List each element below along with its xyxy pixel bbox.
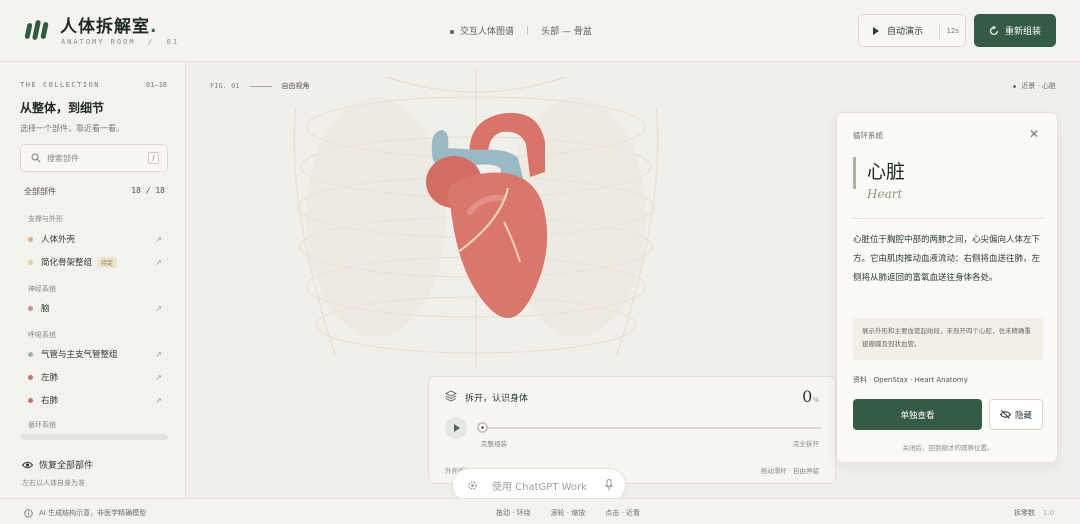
sidebar-title: 从整体，到细节 <box>20 101 105 115</box>
color-dot <box>28 374 33 380</box>
hide-button[interactable]: 隐藏 <box>989 399 1043 430</box>
divider <box>853 218 1043 219</box>
sidebar-note: 左右以人体自身为准 <box>22 479 85 487</box>
parts-sidebar: THE COLLECTION 01—18 从整体，到细节 选择一个部件，靠近看一… <box>0 62 186 498</box>
card-category: 循环系统 <box>853 131 883 140</box>
microphone-icon[interactable] <box>605 479 613 491</box>
arrow-icon: ↗ <box>155 257 162 267</box>
color-dot <box>28 397 33 403</box>
duration-badge: 12s <box>939 23 959 39</box>
sidebar-scroll-indicator[interactable] <box>20 434 168 440</box>
item-tag: 待定 <box>97 256 118 268</box>
color-dot <box>28 236 33 242</box>
footer-zoom: 拆零数 1.0 <box>1013 509 1054 517</box>
settings-icon <box>468 480 477 490</box>
app-title: 人体拆解室. <box>60 17 158 37</box>
arrow-icon: ↗ <box>155 234 162 244</box>
search-shortcut: / <box>148 152 159 164</box>
sidebar-item-shell[interactable]: 人体外壳 ↗ <box>28 232 164 246</box>
group-label: 呼吸系统 <box>28 331 56 339</box>
app-footer: AI 生成结构示意，非医学精确模型 拖动 · 环绕 滚轮 · 缩放 点击 · 近… <box>0 498 1080 524</box>
card-title-en: Heart <box>867 187 903 201</box>
hint-drag: 拖动 · 环绕 <box>496 509 531 517</box>
search-input[interactable]: 搜索部件 / <box>20 144 168 172</box>
collection-range: 01—18 <box>145 81 167 89</box>
part-info-card: 循环系统 ✕ 心脏 Heart 心脏位于胸腔中部的两肺之间，心尖偏向人体左下方。… <box>836 112 1058 463</box>
chat-placeholder: 使用 ChatGPT Work <box>492 481 587 493</box>
card-note: 展示外形和主要血管起始段，未剖开四个心腔，也未精确重建瓣膜及冠状血管。 <box>853 318 1043 360</box>
refresh-icon <box>989 25 999 35</box>
eye-off-icon <box>999 410 1011 419</box>
play-button[interactable] <box>445 417 467 439</box>
search-icon <box>31 153 41 163</box>
view-alone-button[interactable]: 单独查看 <box>853 399 982 430</box>
arrow-icon: ↗ <box>155 349 162 359</box>
panel-title: 拆开，认识身体 <box>465 394 529 404</box>
collection-label: THE COLLECTION <box>20 81 101 89</box>
hint-scroll: 滚轮 · 缩放 <box>550 509 586 517</box>
sidebar-item-skeleton[interactable]: 简化骨架整组 待定 ↗ <box>28 255 164 269</box>
layers-icon <box>445 390 457 402</box>
app-header: 人体拆解室. ANATOMY ROOM / 01 交互人体图谱 | 头部 — 骨… <box>0 0 1080 62</box>
all-parts-count: 18 / 18 <box>131 186 165 195</box>
sidebar-item-trachea[interactable]: 气管与主支气管整组 ↗ <box>28 347 164 361</box>
color-dot <box>28 351 33 357</box>
reassemble-button[interactable]: 重新组装 <box>974 14 1056 47</box>
figure-label: FIG. 01 自由视角 <box>210 82 310 90</box>
title-accent-bar <box>853 157 856 189</box>
sidebar-item-right-lung[interactable]: 右肺 ↗ <box>28 393 164 407</box>
view-mode-label: 自由视角 <box>281 82 310 90</box>
chatgpt-input-pill[interactable]: 使用 ChatGPT Work <box>452 468 626 498</box>
logo-icon <box>24 20 49 40</box>
arrow-icon: ↗ <box>155 303 162 313</box>
close-icon[interactable]: ✕ <box>1029 127 1039 141</box>
play-icon <box>873 26 879 35</box>
footer-disclaimer: AI 生成结构示意，非医学精确模型 <box>24 508 146 518</box>
sidebar-subtitle: 选择一个部件，靠近看一看。 <box>20 124 124 133</box>
sidebar-item-brain[interactable]: 脑 ↗ <box>28 301 164 315</box>
group-label: 支撑与外形 <box>28 215 63 223</box>
progress-percent: 0% <box>802 387 819 406</box>
sidebar-item-left-lung[interactable]: 左肺 ↗ <box>28 370 164 384</box>
eye-icon <box>22 461 33 468</box>
group-label: 循环系统 <box>28 421 56 429</box>
arrow-icon: ↗ <box>155 395 162 405</box>
footer-hints: 拖动 · 环绕 滚轮 · 缩放 点击 · 近看 <box>496 508 640 518</box>
arrow-icon: ↗ <box>155 372 162 382</box>
restore-all-button[interactable]: 恢复全部部件 <box>22 458 93 471</box>
near-view-label: 近景 · 心脏 <box>1013 81 1056 91</box>
slider-max-label: 完全拆开 <box>793 440 819 448</box>
header-breadcrumb: 交互人体图谱 | 头部 — 骨盆 <box>450 24 592 37</box>
disassembly-slider[interactable] <box>481 427 821 429</box>
card-source[interactable]: 资料 · OpenStax · Heart Anatomy <box>853 375 968 385</box>
all-parts-label[interactable]: 全部部件 <box>24 186 56 197</box>
hint-click: 点击 · 近看 <box>605 509 641 517</box>
heart-model[interactable] <box>420 102 560 322</box>
app-subtitle: ANATOMY ROOM / 01 <box>61 38 180 46</box>
auto-demo-button[interactable]: 自动演示 12s <box>858 14 966 47</box>
card-title: 心脏 <box>867 161 906 183</box>
info-icon <box>24 508 33 518</box>
color-dot <box>28 259 33 265</box>
group-label: 神经系统 <box>28 285 56 293</box>
slider-handle[interactable] <box>477 422 488 433</box>
slider-min-label: 完整组装 <box>481 440 507 448</box>
slider-hint: 拖动滑杆 · 自由停留 <box>760 467 819 475</box>
card-description: 心脏位于胸腔中部的两肺之间，心尖偏向人体左下方。它由肌肉推动血液流动：右侧将血送… <box>853 235 1041 283</box>
color-dot <box>28 305 33 311</box>
card-footer-note: 关闭后，回到刚才的观察位置。 <box>902 444 994 452</box>
